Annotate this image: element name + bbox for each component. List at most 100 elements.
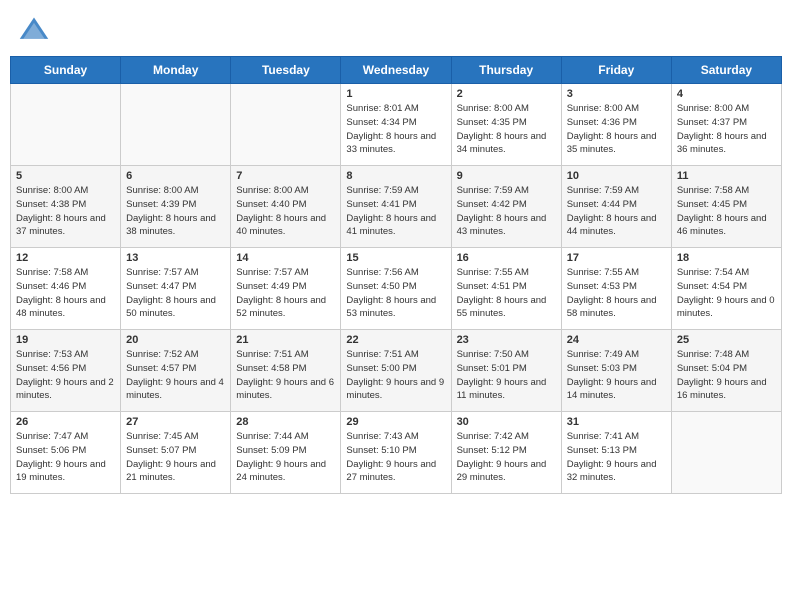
day-cell: 28 Sunrise: 7:44 AM Sunset: 5:09 PM Dayli… <box>231 412 341 494</box>
day-info: Sunrise: 7:57 AM Sunset: 4:47 PM Dayligh… <box>126 266 225 321</box>
day-info: Sunrise: 7:49 AM Sunset: 5:03 PM Dayligh… <box>567 348 666 403</box>
logo-icon <box>18 14 50 46</box>
day-info: Sunrise: 7:55 AM Sunset: 4:51 PM Dayligh… <box>457 266 556 321</box>
day-info: Sunrise: 7:45 AM Sunset: 5:07 PM Dayligh… <box>126 430 225 485</box>
day-number: 10 <box>567 170 666 182</box>
day-info: Sunrise: 7:44 AM Sunset: 5:09 PM Dayligh… <box>236 430 335 485</box>
week-row-5: 26 Sunrise: 7:47 AM Sunset: 5:06 PM Dayli… <box>11 412 782 494</box>
day-cell: 16Sunrise: 7:55 AM Sunset: 4:51 PM Dayli… <box>451 248 561 330</box>
header-row: SundayMondayTuesdayWednesdayThursdayFrid… <box>11 57 782 84</box>
day-cell: 12 Sunrise: 7:58 AM Sunset: 4:46 PM Dayli… <box>11 248 121 330</box>
day-header-saturday: Saturday <box>671 57 781 84</box>
day-number: 30 <box>457 416 556 428</box>
day-number: 22 <box>346 334 445 346</box>
day-cell: 20Sunrise: 7:52 AM Sunset: 4:57 PM Dayli… <box>121 330 231 412</box>
calendar-table: SundayMondayTuesdayWednesdayThursdayFrid… <box>10 56 782 494</box>
day-info: Sunrise: 8:00 AM Sunset: 4:40 PM Dayligh… <box>236 184 335 239</box>
day-number: 7 <box>236 170 335 182</box>
day-info: Sunrise: 8:00 AM Sunset: 4:39 PM Dayligh… <box>126 184 225 239</box>
day-cell: 18 Sunrise: 7:54 AM Sunset: 4:54 PM Dayli… <box>671 248 781 330</box>
day-cell: 24 Sunrise: 7:49 AM Sunset: 5:03 PM Dayli… <box>561 330 671 412</box>
day-header-wednesday: Wednesday <box>341 57 451 84</box>
day-number: 12 <box>16 252 115 264</box>
day-number: 1 <box>346 88 445 100</box>
day-info: Sunrise: 8:00 AM Sunset: 4:38 PM Dayligh… <box>16 184 115 239</box>
day-cell: 1Sunrise: 8:01 AM Sunset: 4:34 PM Daylig… <box>341 84 451 166</box>
day-cell <box>671 412 781 494</box>
day-cell: 26 Sunrise: 7:47 AM Sunset: 5:06 PM Dayli… <box>11 412 121 494</box>
day-info: Sunrise: 7:57 AM Sunset: 4:49 PM Dayligh… <box>236 266 335 321</box>
page: SundayMondayTuesdayWednesdayThursdayFrid… <box>0 0 792 612</box>
day-cell: 21 Sunrise: 7:51 AM Sunset: 4:58 PM Dayli… <box>231 330 341 412</box>
day-info: Sunrise: 7:54 AM Sunset: 4:54 PM Dayligh… <box>677 266 776 321</box>
day-cell: 4Sunrise: 8:00 AM Sunset: 4:37 PM Daylig… <box>671 84 781 166</box>
day-info: Sunrise: 7:47 AM Sunset: 5:06 PM Dayligh… <box>16 430 115 485</box>
day-cell: 29 Sunrise: 7:43 AM Sunset: 5:10 PM Dayli… <box>341 412 451 494</box>
day-number: 26 <box>16 416 115 428</box>
day-cell: 13 Sunrise: 7:57 AM Sunset: 4:47 PM Dayli… <box>121 248 231 330</box>
day-number: 24 <box>567 334 666 346</box>
day-number: 20 <box>126 334 225 346</box>
day-info: Sunrise: 7:51 AM Sunset: 4:58 PM Dayligh… <box>236 348 335 403</box>
day-info: Sunrise: 7:59 AM Sunset: 4:42 PM Dayligh… <box>457 184 556 239</box>
day-number: 21 <box>236 334 335 346</box>
day-info: Sunrise: 8:00 AM Sunset: 4:37 PM Dayligh… <box>677 102 776 157</box>
day-cell: 17 Sunrise: 7:55 AM Sunset: 4:53 PM Dayli… <box>561 248 671 330</box>
logo <box>18 14 56 46</box>
day-cell: 7 Sunrise: 8:00 AM Sunset: 4:40 PM Daylig… <box>231 166 341 248</box>
day-number: 8 <box>346 170 445 182</box>
week-row-2: 5 Sunrise: 8:00 AM Sunset: 4:38 PM Daylig… <box>11 166 782 248</box>
week-row-1: 1Sunrise: 8:01 AM Sunset: 4:34 PM Daylig… <box>11 84 782 166</box>
day-cell: 11Sunrise: 7:58 AM Sunset: 4:45 PM Dayli… <box>671 166 781 248</box>
day-number: 27 <box>126 416 225 428</box>
day-number: 9 <box>457 170 556 182</box>
day-info: Sunrise: 7:56 AM Sunset: 4:50 PM Dayligh… <box>346 266 445 321</box>
day-number: 3 <box>567 88 666 100</box>
day-cell: 22 Sunrise: 7:51 AM Sunset: 5:00 PM Dayli… <box>341 330 451 412</box>
day-info: Sunrise: 8:00 AM Sunset: 4:35 PM Dayligh… <box>457 102 556 157</box>
day-cell: 10 Sunrise: 7:59 AM Sunset: 4:44 PM Dayli… <box>561 166 671 248</box>
day-info: Sunrise: 7:43 AM Sunset: 5:10 PM Dayligh… <box>346 430 445 485</box>
day-number: 18 <box>677 252 776 264</box>
day-header-sunday: Sunday <box>11 57 121 84</box>
day-info: Sunrise: 7:55 AM Sunset: 4:53 PM Dayligh… <box>567 266 666 321</box>
day-cell: 9 Sunrise: 7:59 AM Sunset: 4:42 PM Daylig… <box>451 166 561 248</box>
week-row-3: 12 Sunrise: 7:58 AM Sunset: 4:46 PM Dayli… <box>11 248 782 330</box>
day-info: Sunrise: 7:42 AM Sunset: 5:12 PM Dayligh… <box>457 430 556 485</box>
day-info: Sunrise: 7:48 AM Sunset: 5:04 PM Dayligh… <box>677 348 776 403</box>
day-number: 19 <box>16 334 115 346</box>
day-cell <box>121 84 231 166</box>
day-info: Sunrise: 7:59 AM Sunset: 4:41 PM Dayligh… <box>346 184 445 239</box>
day-info: Sunrise: 7:41 AM Sunset: 5:13 PM Dayligh… <box>567 430 666 485</box>
day-number: 5 <box>16 170 115 182</box>
week-row-4: 19 Sunrise: 7:53 AM Sunset: 4:56 PM Dayli… <box>11 330 782 412</box>
day-number: 6 <box>126 170 225 182</box>
day-cell: 23Sunrise: 7:50 AM Sunset: 5:01 PM Dayli… <box>451 330 561 412</box>
day-cell: 19 Sunrise: 7:53 AM Sunset: 4:56 PM Dayli… <box>11 330 121 412</box>
day-cell: 3 Sunrise: 8:00 AM Sunset: 4:36 PM Daylig… <box>561 84 671 166</box>
day-header-tuesday: Tuesday <box>231 57 341 84</box>
day-number: 17 <box>567 252 666 264</box>
day-cell <box>11 84 121 166</box>
day-cell: 25 Sunrise: 7:48 AM Sunset: 5:04 PM Dayli… <box>671 330 781 412</box>
calendar-body: 1Sunrise: 8:01 AM Sunset: 4:34 PM Daylig… <box>11 84 782 494</box>
day-number: 13 <box>126 252 225 264</box>
day-info: Sunrise: 7:50 AM Sunset: 5:01 PM Dayligh… <box>457 348 556 403</box>
day-info: Sunrise: 7:51 AM Sunset: 5:00 PM Dayligh… <box>346 348 445 403</box>
day-info: Sunrise: 8:00 AM Sunset: 4:36 PM Dayligh… <box>567 102 666 157</box>
day-number: 11 <box>677 170 776 182</box>
day-cell: 5 Sunrise: 8:00 AM Sunset: 4:38 PM Daylig… <box>11 166 121 248</box>
day-number: 25 <box>677 334 776 346</box>
day-info: Sunrise: 7:58 AM Sunset: 4:46 PM Dayligh… <box>16 266 115 321</box>
day-info: Sunrise: 7:59 AM Sunset: 4:44 PM Dayligh… <box>567 184 666 239</box>
day-number: 29 <box>346 416 445 428</box>
day-cell: 27 Sunrise: 7:45 AM Sunset: 5:07 PM Dayli… <box>121 412 231 494</box>
day-cell <box>231 84 341 166</box>
day-info: Sunrise: 7:53 AM Sunset: 4:56 PM Dayligh… <box>16 348 115 403</box>
day-cell: 8 Sunrise: 7:59 AM Sunset: 4:41 PM Daylig… <box>341 166 451 248</box>
day-cell: 14Sunrise: 7:57 AM Sunset: 4:49 PM Dayli… <box>231 248 341 330</box>
day-number: 28 <box>236 416 335 428</box>
day-header-monday: Monday <box>121 57 231 84</box>
day-cell: 15Sunrise: 7:56 AM Sunset: 4:50 PM Dayli… <box>341 248 451 330</box>
day-cell: 6 Sunrise: 8:00 AM Sunset: 4:39 PM Daylig… <box>121 166 231 248</box>
